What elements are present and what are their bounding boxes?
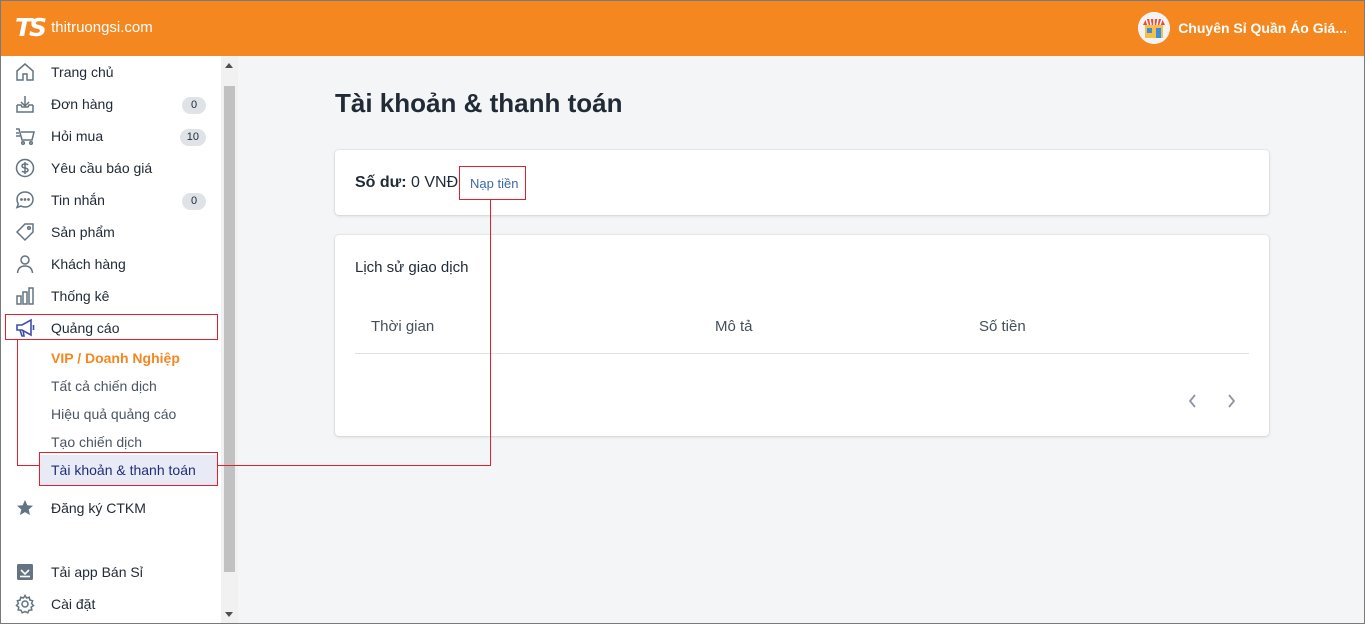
- orders-count-badge: 0: [182, 97, 206, 114]
- dollar-circle-icon: [15, 158, 35, 178]
- tag-icon: [15, 223, 34, 242]
- chat-bubble-icon: [15, 191, 34, 209]
- sidebar-item-label: Hỏi mua: [51, 128, 104, 144]
- column-header-amount: Số tiền: [979, 318, 1026, 335]
- inquiries-count-badge: 10: [179, 129, 206, 146]
- sidebar-item-label: Tin nhắn: [51, 192, 105, 208]
- page-title: Tài khoản & thanh toán: [335, 88, 623, 118]
- cart-list-icon: [16, 128, 35, 146]
- person-icon: [16, 255, 34, 274]
- sidebar-item-orders[interactable]: Đơn hàng 0: [0, 88, 220, 120]
- sidebar-item-label: Đăng ký CTKM: [51, 500, 146, 516]
- annotation-line: [490, 200, 491, 466]
- sidebar-scrollbar[interactable]: [221, 56, 238, 624]
- annotation-box-ads: [5, 314, 218, 340]
- star-icon: [17, 500, 33, 515]
- sidebar-item-label: Sản phẩm: [51, 224, 115, 240]
- sidebar-item-label: Đơn hàng: [51, 96, 114, 112]
- annotation-box-topup: [459, 166, 526, 200]
- submenu-ad-performance[interactable]: Hiệu quả quảng cáo: [51, 400, 176, 428]
- store-name: Chuyên Sỉ Quần Áo Giá...: [1178, 20, 1347, 36]
- user-menu[interactable]: Chuyên Sỉ Quần Áo Giá...: [1138, 12, 1347, 44]
- prev-page-chevron-icon[interactable]: [1185, 391, 1201, 411]
- sidebar-item-inquiries[interactable]: Hỏi mua 10: [0, 120, 220, 152]
- annotation-box-account-billing: [39, 452, 218, 486]
- submenu-all-campaigns[interactable]: Tất cả chiến dịch: [51, 372, 157, 400]
- messages-count-badge: 0: [182, 193, 206, 210]
- gear-icon: [15, 594, 35, 614]
- annotation-line: [17, 465, 39, 466]
- column-header-time: Thời gian: [371, 318, 435, 335]
- balance-label: Số dư:: [355, 174, 407, 191]
- sidebar-item-label: Trang chủ: [51, 64, 114, 80]
- sidebar-item-customers[interactable]: Khách hàng: [0, 248, 220, 280]
- sidebar-item-label: Thống kê: [51, 288, 110, 304]
- history-title: Lịch sử giao dịch: [355, 259, 469, 276]
- sidebar-item-home[interactable]: Trang chủ: [0, 56, 220, 88]
- store-avatar-icon: [1138, 12, 1171, 44]
- sidebar-item-settings[interactable]: Cài đặt: [0, 588, 220, 620]
- logo-text: thitruongsi.com: [51, 19, 153, 36]
- sidebar-item-messages[interactable]: Tin nhắn 0: [0, 184, 220, 216]
- home-icon: [16, 63, 34, 81]
- download-tray-icon: [16, 96, 34, 113]
- transaction-history-card: Lịch sử giao dịch Thời gian Mô tả Số tiề…: [335, 235, 1269, 436]
- annotation-line: [17, 340, 18, 466]
- logo-mark: TS: [15, 13, 47, 42]
- scroll-up-arrow-icon[interactable]: [225, 63, 233, 68]
- sidebar-item-label: Khách hàng: [51, 256, 126, 272]
- sidebar-item-label: Cài đặt: [51, 596, 96, 612]
- sidebar-item-quote-requests[interactable]: Yêu cầu báo giá: [0, 152, 220, 184]
- sidebar-item-statistics[interactable]: Thống kê: [0, 280, 220, 312]
- column-header-description: Mô tả: [715, 318, 753, 335]
- sidebar-item-promotions[interactable]: Đăng ký CTKM: [0, 492, 220, 524]
- sidebar-item-label: Yêu cầu báo giá: [51, 160, 153, 176]
- next-page-chevron-icon[interactable]: [1223, 391, 1239, 411]
- sidebar-item-products[interactable]: Sản phẩm: [0, 216, 220, 248]
- logo[interactable]: TS thitruongsi.com: [15, 14, 153, 42]
- bar-chart-icon: [16, 287, 34, 305]
- scroll-thumb[interactable]: [224, 86, 235, 572]
- submenu-vip-business[interactable]: VIP / Doanh Nghiệp: [51, 344, 180, 372]
- balance-value: 0 VNĐ: [411, 174, 459, 191]
- scroll-down-arrow-icon[interactable]: [225, 612, 233, 617]
- sidebar-item-label: Tải app Bán Sỉ: [51, 564, 143, 580]
- sidebar: Trang chủ Đơn hàng 0 Hỏi mua 10 Yêu cầu …: [0, 56, 238, 624]
- top-header: TS thitruongsi.com Chuyên Sỉ Quần Áo Giá…: [0, 0, 1365, 56]
- sidebar-item-download-app[interactable]: Tải app Bán Sỉ: [0, 556, 220, 588]
- download-box-icon: [17, 564, 33, 580]
- annotation-line: [218, 465, 491, 466]
